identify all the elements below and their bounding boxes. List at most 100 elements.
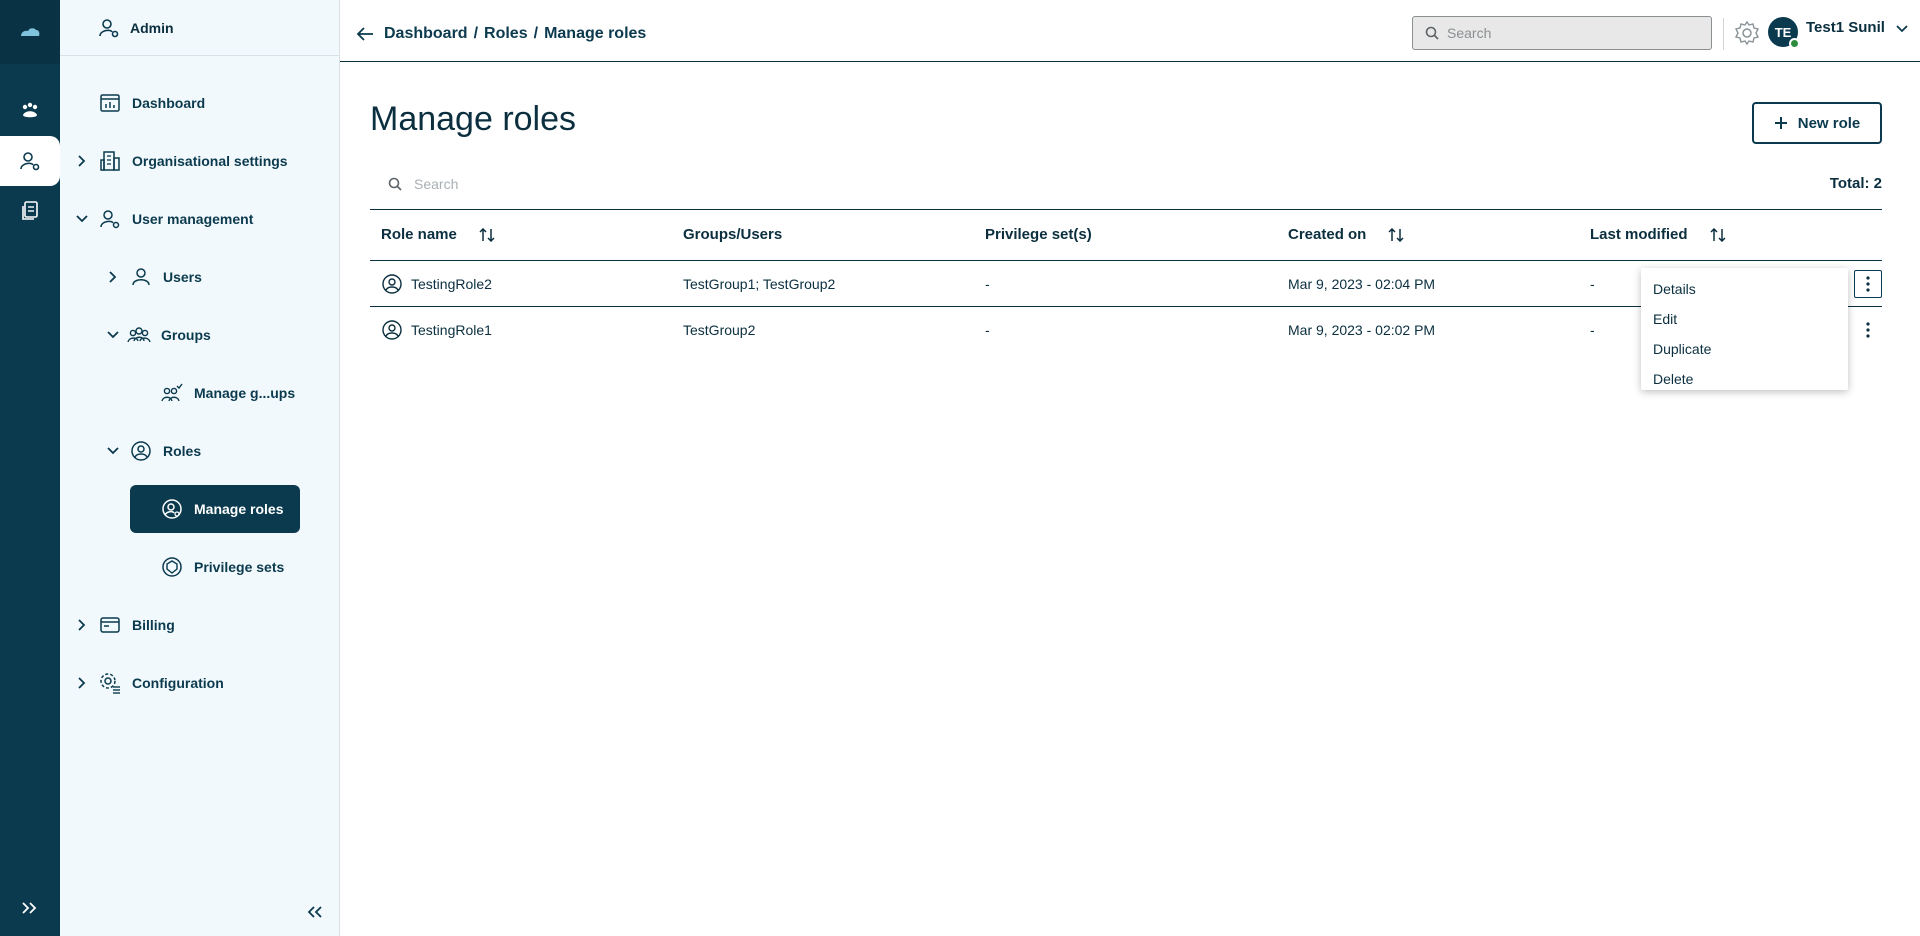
role-name-cell: TestingRole1 [381,319,492,341]
rail-admin-button[interactable] [0,136,60,186]
sidebar-item-billing[interactable]: Billing [60,605,175,645]
menu-item-duplicate[interactable]: Duplicate [1641,334,1848,364]
column-label: Privilege set(s) [985,226,1092,243]
icon-rail [0,0,60,936]
chevron-down-icon[interactable] [1896,20,1908,38]
plus-icon [1774,117,1787,129]
groups-users-cell: TestGroup2 [683,322,756,338]
global-search[interactable] [1412,16,1712,50]
table-search-input[interactable] [414,176,1114,192]
building-icon [98,149,122,173]
new-role-button[interactable]: New role [1752,102,1882,144]
column-label: Role name [381,226,457,243]
role-icon [381,319,403,341]
table-header: Role name Groups/Users Privilege set(s) … [370,209,1882,261]
user-icon [129,265,153,289]
settings-button[interactable] [1732,18,1762,48]
sort-icon[interactable] [479,227,495,242]
row-actions-menu: Details Edit Duplicate Delete [1641,268,1848,390]
chevron-right-icon[interactable] [76,155,88,167]
sidebar-item-label: Manage roles [194,501,284,517]
sidebar-item-privilege-sets[interactable]: Privilege sets [60,547,284,587]
group-icon [127,323,151,347]
sidebar-item-label: Roles [163,443,202,459]
documents-icon [22,201,38,220]
divider [1723,18,1724,50]
column-header-last-modified[interactable]: Last modified [1590,226,1726,243]
user-name[interactable]: Test1 Sunil [1806,19,1885,36]
sidebar-item-manage-groups[interactable]: Manage g...ups [60,373,295,413]
sort-icon[interactable] [1388,227,1404,242]
breadcrumb-separator: / [533,24,539,42]
role-icon [129,439,153,463]
row-actions-button[interactable] [1854,270,1882,298]
collapse-sidebar-button[interactable] [303,900,327,924]
online-status-badge [1789,38,1800,49]
user-settings-icon [98,207,122,231]
breadcrumb-manage-roles: Manage roles [544,24,647,42]
sidebar-item-label: Organisational settings [132,153,288,169]
rail-apps-button[interactable] [0,86,60,136]
new-role-label: New role [1797,114,1861,132]
app-logo[interactable] [0,0,60,64]
sidebar-item-label: Users [163,269,202,285]
sidebar-item-label: Privilege sets [194,559,285,575]
sidebar-item-roles[interactable]: Roles [60,431,201,471]
rail-documents-button[interactable] [0,186,60,236]
role-name[interactable]: TestingRole2 [411,276,492,292]
global-search-input[interactable] [1447,25,1687,41]
paw-icon [22,102,38,118]
breadcrumb-separator: / [473,24,479,42]
total-count: Total: 2 [1829,175,1882,192]
created-on-cell: Mar 9, 2023 - 02:02 PM [1288,322,1436,338]
chevron-right-icon[interactable] [76,619,88,631]
sidebar-header: Admin [60,0,339,56]
sidebar-item-manage-roles[interactable]: Manage roles [130,485,300,533]
sidebar-item-label: Billing [132,617,175,633]
sidebar-item-user-management[interactable]: User management [60,199,253,239]
privilege-icon [160,555,184,579]
sidebar-item-label: Dashboard [132,95,206,111]
role-name[interactable]: TestingRole1 [411,322,492,338]
back-arrow-icon[interactable] [356,24,376,44]
more-vertical-icon [1866,322,1870,338]
role-settings-icon [160,497,184,521]
column-header-role-name[interactable]: Role name [381,226,495,243]
breadcrumb-dashboard[interactable]: Dashboard [384,25,468,43]
groups-users-cell: TestGroup1; TestGroup2 [683,276,836,292]
sidebar-item-organisational-settings[interactable]: Organisational settings [60,141,288,181]
sidebar-item-dashboard[interactable]: Dashboard [60,83,205,123]
search-icon [1425,26,1439,40]
user-settings-icon [20,152,40,171]
chevron-down-icon[interactable] [107,445,119,457]
column-label: Created on [1288,226,1367,243]
sidebar-item-label: Manage g...ups [194,385,296,401]
expand-rail-button[interactable] [0,890,60,926]
row-actions-button[interactable] [1854,316,1882,344]
sidebar-item-users[interactable]: Users [60,257,202,297]
column-label: Last modified [1590,226,1688,243]
last-modified-cell: - [1590,322,1595,338]
avatar[interactable]: TE [1768,17,1800,49]
search-icon [388,177,402,191]
menu-item-edit[interactable]: Edit [1641,304,1848,334]
table-search[interactable] [370,166,1270,202]
column-header-privilege-sets: Privilege set(s) [985,226,1092,243]
sort-icon[interactable] [1709,227,1726,242]
more-vertical-icon [1866,276,1870,292]
double-chevron-right-icon [22,902,37,914]
sidebar-item-label: Groups [161,327,211,343]
breadcrumb-roles[interactable]: Roles [484,25,528,43]
page-title: Manage roles [370,100,577,138]
menu-item-details[interactable]: Details [1641,274,1848,304]
sidebar-item-label: User management [132,211,254,227]
menu-item-delete[interactable]: Delete [1641,364,1848,394]
sidebar-item-groups[interactable]: Groups [60,315,211,355]
chevron-down-icon[interactable] [107,329,119,341]
chevron-right-icon[interactable] [107,271,119,283]
column-header-created-on[interactable]: Created on [1288,226,1404,243]
chevron-right-icon[interactable] [76,677,88,689]
chevron-down-icon[interactable] [76,213,88,225]
avatar-initials: TE [1774,24,1792,40]
sidebar-item-configuration[interactable]: Configuration [60,663,224,703]
